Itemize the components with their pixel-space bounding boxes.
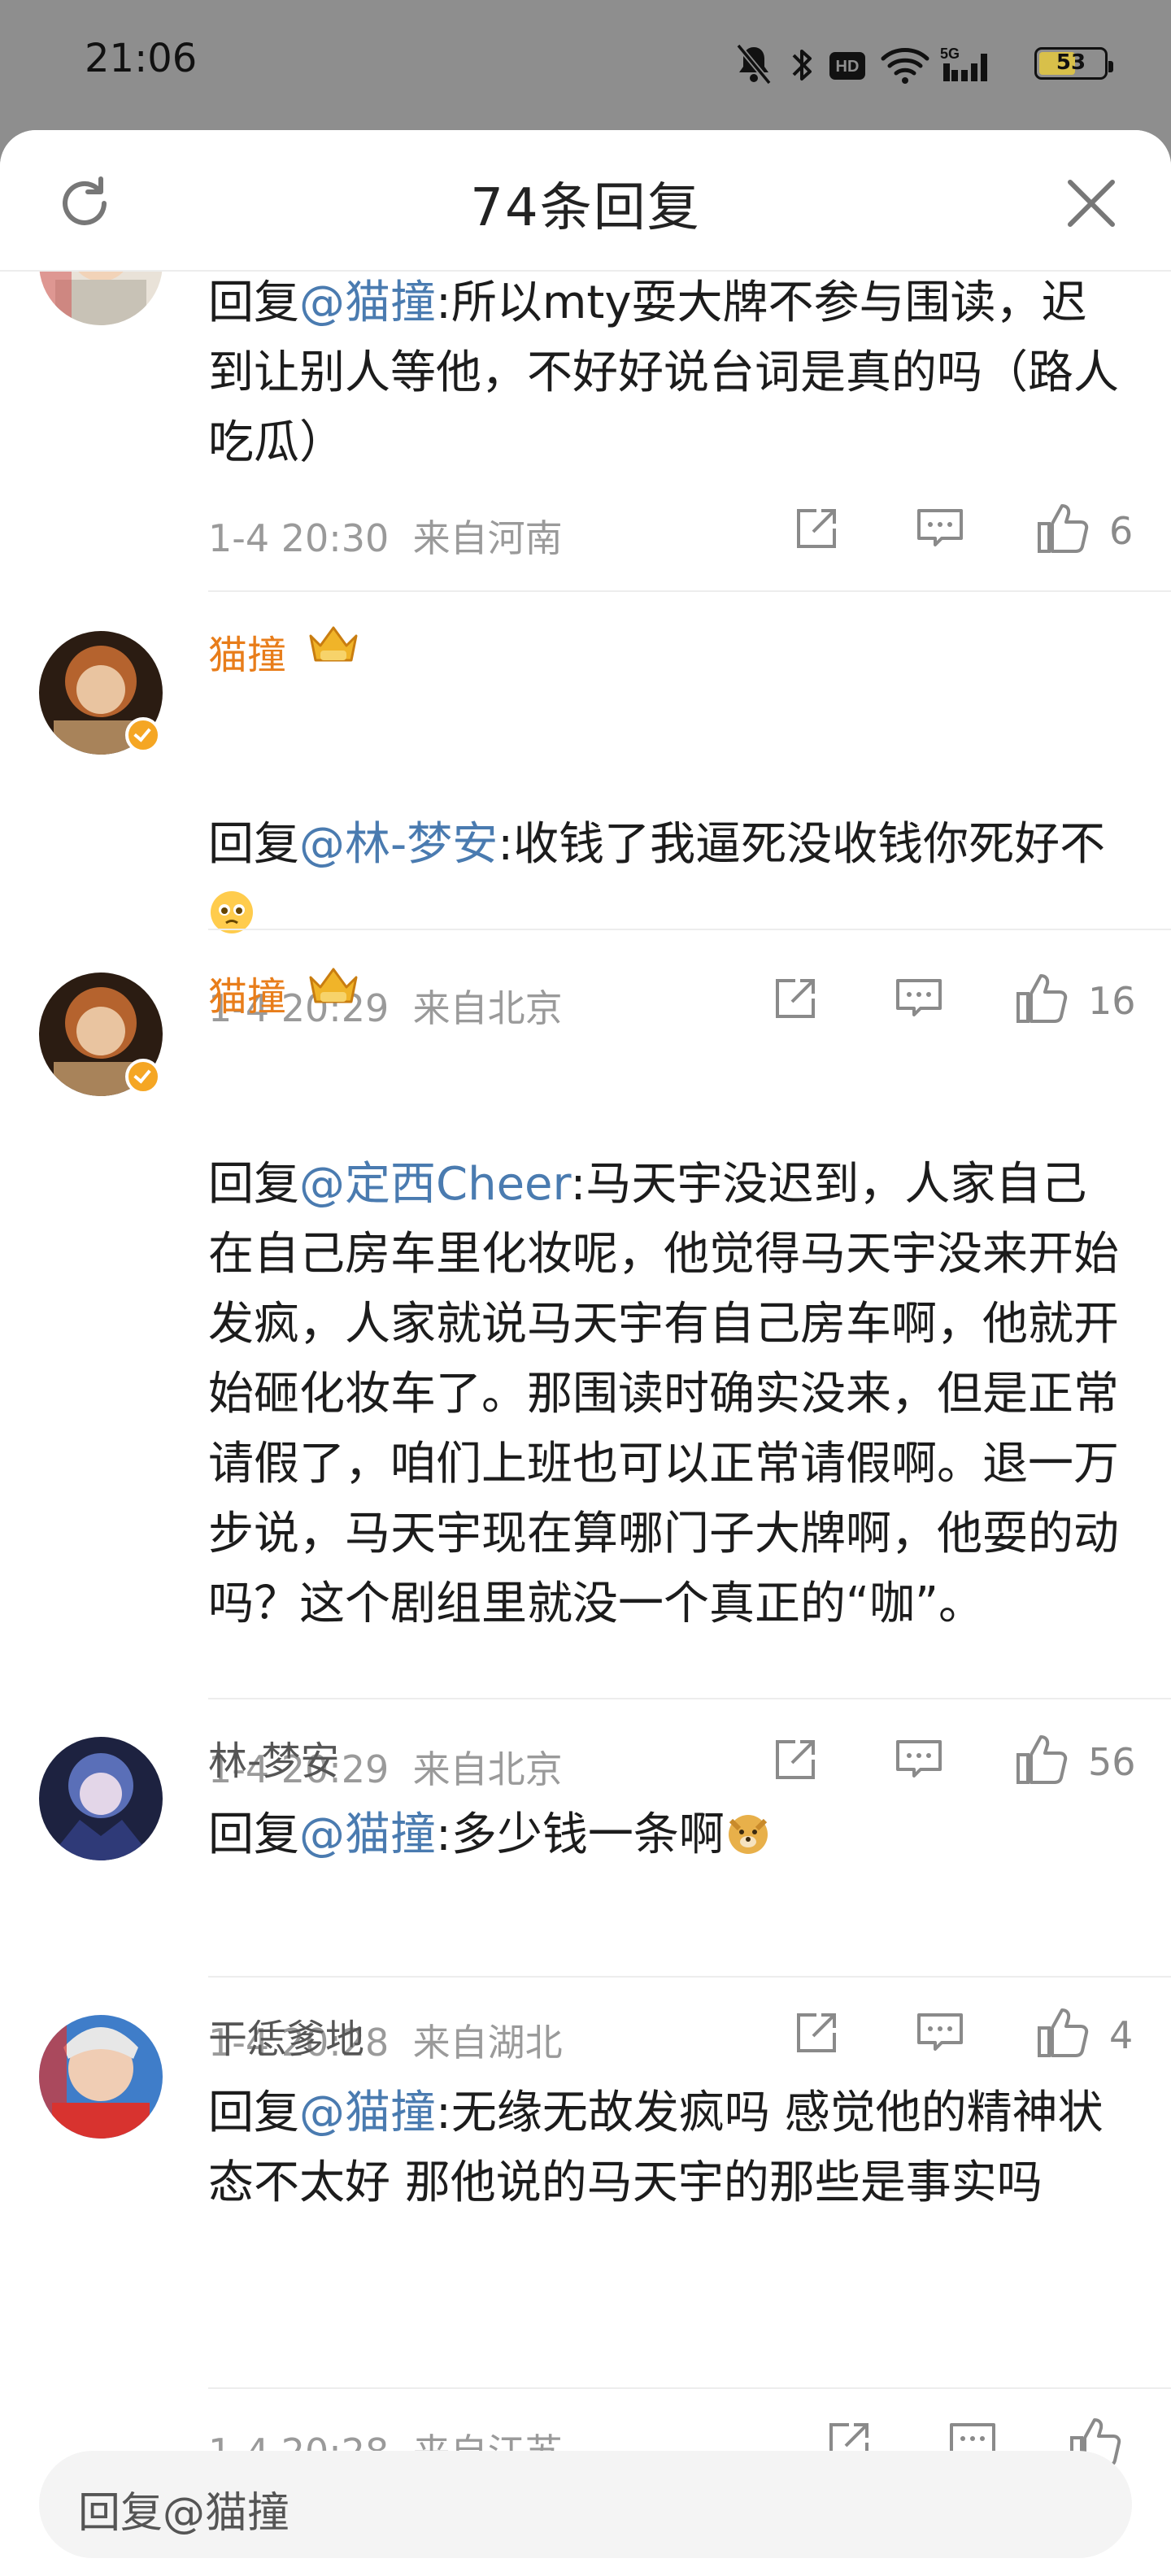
- avatar[interactable]: [39, 2015, 163, 2139]
- doge-icon: [728, 1815, 768, 1854]
- mention-link[interactable]: @猫撞: [299, 276, 436, 329]
- comment-icon[interactable]: [893, 974, 945, 1023]
- comment-location: 来自北京: [412, 1747, 563, 1791]
- reply-prefix: 回复: [208, 1158, 299, 1211]
- crown-icon: [309, 626, 358, 662]
- comment-text: 回复@定西Cheer:马天宇没迟到，人家自己在自己房车里化妆呢，他觉得马天宇没来…: [208, 1150, 1127, 1639]
- divider: [208, 2387, 1171, 2389]
- comment-icon[interactable]: [914, 2008, 966, 2057]
- like-icon[interactable]: [1015, 971, 1069, 1023]
- sheet-title: 74条回复: [470, 178, 701, 238]
- username[interactable]: 干恁爹地: [208, 2007, 364, 2064]
- divider: [208, 929, 1171, 930]
- username[interactable]: 猫撞: [208, 964, 286, 1021]
- hd-icon: HD: [829, 52, 865, 80]
- comment-text: 回复@猫撞:所以mty耍大牌不参与围读，迟到让别人等他，不好好说台词是真的吗（路…: [208, 268, 1127, 478]
- like-icon[interactable]: [1036, 501, 1090, 553]
- comment-body: :收钱了我逼死没收钱你死好不: [498, 818, 1106, 871]
- like-icon[interactable]: [1015, 1732, 1069, 1784]
- like-icon[interactable]: [1036, 2005, 1090, 2057]
- reply-prefix: 回复: [208, 1808, 299, 1861]
- reply-placeholder: 回复@猫撞: [78, 2489, 290, 2538]
- comment-text: 回复@猫撞:多少钱一条啊: [208, 1800, 1127, 1870]
- status-time: 21:06: [85, 36, 198, 81]
- mention-link[interactable]: @猫撞: [299, 1808, 436, 1861]
- mention-link[interactable]: @猫撞: [299, 2086, 436, 2139]
- battery-icon: 53: [1034, 47, 1113, 80]
- mute-bell-icon: [736, 43, 772, 85]
- mention-link[interactable]: @定西Cheer: [299, 1158, 571, 1211]
- reply-input[interactable]: 回复@猫撞: [39, 2451, 1132, 2558]
- 5g-signal-icon: 5G: [940, 46, 987, 81]
- replies-sheet: 74条回复 回复@猫撞:所以mty耍大牌不参与围读，迟到让别人等他，不好好说台词…: [0, 130, 1171, 2576]
- comment-body: :多少钱一条啊: [436, 1808, 725, 1861]
- share-icon[interactable]: [792, 504, 841, 553]
- wifi-icon: [881, 48, 929, 84]
- divider: [208, 1698, 1171, 1699]
- comment-body: :马天宇没迟到，人家自己在自己房车里化妆呢，他觉得马天宇没来开始发疯，人家就说马…: [208, 1158, 1119, 1630]
- share-icon[interactable]: [771, 1735, 820, 1784]
- share-icon[interactable]: [792, 2008, 841, 2057]
- status-icons: HD 5G 53: [734, 42, 1113, 88]
- svg-text:5G: 5G: [940, 46, 960, 62]
- username[interactable]: 林-梦安: [208, 1729, 339, 1786]
- like-count: 16: [1088, 979, 1136, 1023]
- sheet-header: 74条回复: [0, 130, 1171, 272]
- username[interactable]: 猫撞: [208, 623, 286, 680]
- comment-time: 1-4 20:30: [208, 516, 390, 560]
- reply-prefix: 回复: [208, 276, 299, 329]
- crown-icon: [309, 968, 358, 1003]
- battery-percent: 53: [1056, 50, 1086, 75]
- reply-prefix: 回复: [208, 818, 299, 871]
- comment-location: 来自河南: [412, 516, 563, 560]
- divider: [208, 590, 1171, 592]
- comment-meta: 1-4 20:30 来自河南: [208, 509, 563, 563]
- comment-icon[interactable]: [914, 504, 966, 553]
- verified-badge: [125, 1059, 161, 1094]
- avatar[interactable]: [39, 1737, 163, 1860]
- close-icon[interactable]: [1064, 176, 1119, 231]
- svg-text:HD: HD: [836, 58, 860, 76]
- mention-link[interactable]: @林-梦安: [299, 818, 498, 871]
- like-count: 6: [1109, 509, 1134, 553]
- bluetooth-icon: [792, 50, 812, 80]
- reply-prefix: 回复: [208, 2086, 299, 2139]
- comment-text: 回复@猫撞:无缘无故发疯吗 感觉他的精神状态不太好 那他说的马天宇的那些是事实吗: [208, 2078, 1127, 2218]
- comment-location: 来自湖北: [412, 2021, 563, 2065]
- share-icon[interactable]: [771, 974, 820, 1023]
- verified-badge: [125, 717, 161, 753]
- like-count: 4: [1109, 2013, 1134, 2057]
- comment-icon[interactable]: [893, 1735, 945, 1784]
- like-count: 56: [1088, 1740, 1136, 1784]
- divider: [208, 1976, 1171, 1978]
- comment-location: 来自北京: [412, 986, 563, 1030]
- status-bar: 21:06 HD 5G 53: [0, 0, 1171, 130]
